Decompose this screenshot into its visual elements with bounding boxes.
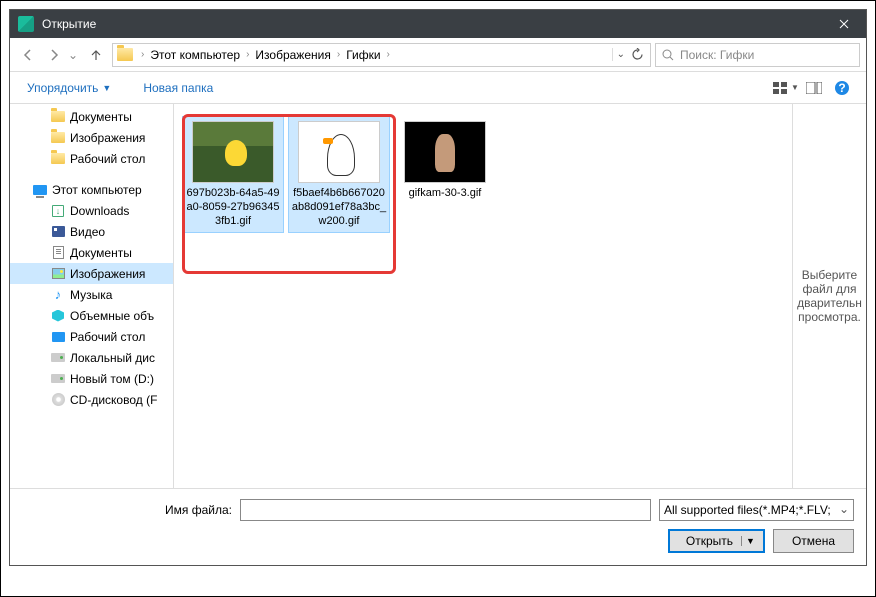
titlebar: Открытие xyxy=(10,10,866,38)
nav-history-dropdown[interactable]: ⌄ xyxy=(68,48,82,62)
preview-pane-button[interactable] xyxy=(800,76,828,100)
sidebar-item-desktop[interactable]: Рабочий стол xyxy=(10,148,173,169)
file-item[interactable]: gifkam-30-3.gif xyxy=(394,116,496,206)
sidebar-item-cd-drive[interactable]: CD-дисковод (F xyxy=(10,389,173,410)
nav-back-button[interactable] xyxy=(16,43,40,67)
cancel-button[interactable]: Отмена xyxy=(773,529,854,553)
preview-pane-icon xyxy=(806,82,822,94)
file-label: gifkam-30-3.gif xyxy=(409,187,482,201)
nav-up-button[interactable] xyxy=(84,43,108,67)
sidebar-item-music[interactable]: ♪Музыка xyxy=(10,284,173,305)
sidebar-item-images[interactable]: Изображения xyxy=(10,127,173,148)
refresh-icon[interactable] xyxy=(631,48,644,61)
file-thumbnail xyxy=(298,121,380,183)
sidebar-item-desktop-2[interactable]: Рабочий стол xyxy=(10,326,173,347)
sidebar-item-local-disk[interactable]: Локальный дис xyxy=(10,347,173,368)
file-label: f5baef4b6b667020ab8d091ef78a3bc_w200.gif xyxy=(291,187,387,228)
sidebar-item-documents-2[interactable]: Документы xyxy=(10,242,173,263)
breadcrumb-sep-icon: › xyxy=(387,49,390,60)
open-dropdown-icon[interactable]: ▼ xyxy=(741,536,755,546)
chevron-down-icon: ▼ xyxy=(102,83,111,93)
search-icon xyxy=(662,49,674,61)
breadcrumb-sep-icon: › xyxy=(246,49,249,60)
help-icon: ? xyxy=(834,80,850,96)
help-button[interactable]: ? xyxy=(828,76,856,100)
app-icon xyxy=(18,16,34,32)
sidebar-item-this-pc[interactable]: Этот компьютер xyxy=(10,179,173,200)
file-thumbnail xyxy=(192,121,274,183)
breadcrumb-item[interactable]: Этот компьютер xyxy=(148,46,242,64)
folder-icon xyxy=(117,48,133,61)
filename-label: Имя файла: xyxy=(22,503,232,517)
svg-text:?: ? xyxy=(838,81,845,95)
arrow-up-icon xyxy=(89,48,103,62)
breadcrumb-item[interactable]: Изображения xyxy=(253,46,332,64)
new-folder-button[interactable]: Новая папка xyxy=(136,76,220,100)
sidebar-item-3d-objects[interactable]: Объемные объ xyxy=(10,305,173,326)
file-item[interactable]: f5baef4b6b667020ab8d091ef78a3bc_w200.gif xyxy=(288,116,390,233)
arrow-left-icon xyxy=(21,48,35,62)
search-placeholder: Поиск: Гифки xyxy=(680,48,754,62)
file-label: 697b023b-64a5-49a0-8059-27b963453fb1.gif xyxy=(185,187,281,228)
sidebar-item-downloads[interactable]: ↓Downloads xyxy=(10,200,173,221)
dialog-title: Открытие xyxy=(42,17,821,31)
filename-input[interactable] xyxy=(240,499,651,521)
arrow-right-icon xyxy=(47,48,61,62)
open-dialog: Открытие ⌄ › Этот компьютер › Изображени… xyxy=(9,9,867,566)
view-mode-button[interactable]: ▼ xyxy=(772,76,800,100)
search-input[interactable]: Поиск: Гифки xyxy=(655,43,860,67)
nav-forward-button[interactable] xyxy=(42,43,66,67)
address-bar[interactable]: › Этот компьютер › Изображения › Гифки ›… xyxy=(112,43,651,67)
breadcrumb-sep-icon: › xyxy=(141,49,144,60)
file-item[interactable]: 697b023b-64a5-49a0-8059-27b963453fb1.gif xyxy=(182,116,284,233)
open-button[interactable]: Открыть ▼ xyxy=(668,529,765,553)
sidebar-item-images-2[interactable]: Изображения xyxy=(10,263,173,284)
sidebar-item-documents[interactable]: Документы xyxy=(10,106,173,127)
sidebar-item-videos[interactable]: Видео xyxy=(10,221,173,242)
toolbar: Упорядочить▼ Новая папка ▼ ? xyxy=(10,72,866,104)
breadcrumb: Этот компьютер › Изображения › Гифки › xyxy=(148,46,611,64)
footer: Имя файла: All supported files(*.MP4;*.F… xyxy=(10,488,866,565)
breadcrumb-item[interactable]: Гифки xyxy=(344,46,382,64)
address-dropdown-icon[interactable]: ⌄ xyxy=(617,49,625,60)
preview-pane: Выберите файл для дварительн просмотра. xyxy=(792,104,866,488)
organize-button[interactable]: Упорядочить▼ xyxy=(20,76,118,100)
file-thumbnail xyxy=(404,121,486,183)
content-area: Документы Изображения Рабочий стол Этот … xyxy=(10,104,866,488)
navigation-bar: ⌄ › Этот компьютер › Изображения › Гифки… xyxy=(10,38,866,72)
close-icon xyxy=(839,19,849,29)
file-grid[interactable]: 697b023b-64a5-49a0-8059-27b963453fb1.gif… xyxy=(174,104,792,488)
view-icon xyxy=(773,82,789,94)
close-button[interactable] xyxy=(821,10,866,38)
file-area: 697b023b-64a5-49a0-8059-27b963453fb1.gif… xyxy=(174,104,866,488)
sidebar-item-new-volume[interactable]: Новый том (D:) xyxy=(10,368,173,389)
preview-text: Выберите файл для дварительн просмотра. xyxy=(797,268,862,324)
file-type-filter[interactable]: All supported files(*.MP4;*.FLV; xyxy=(659,499,854,521)
breadcrumb-sep-icon: › xyxy=(337,49,340,60)
chevron-down-icon: ▼ xyxy=(791,83,799,92)
sidebar: Документы Изображения Рабочий стол Этот … xyxy=(10,104,174,488)
